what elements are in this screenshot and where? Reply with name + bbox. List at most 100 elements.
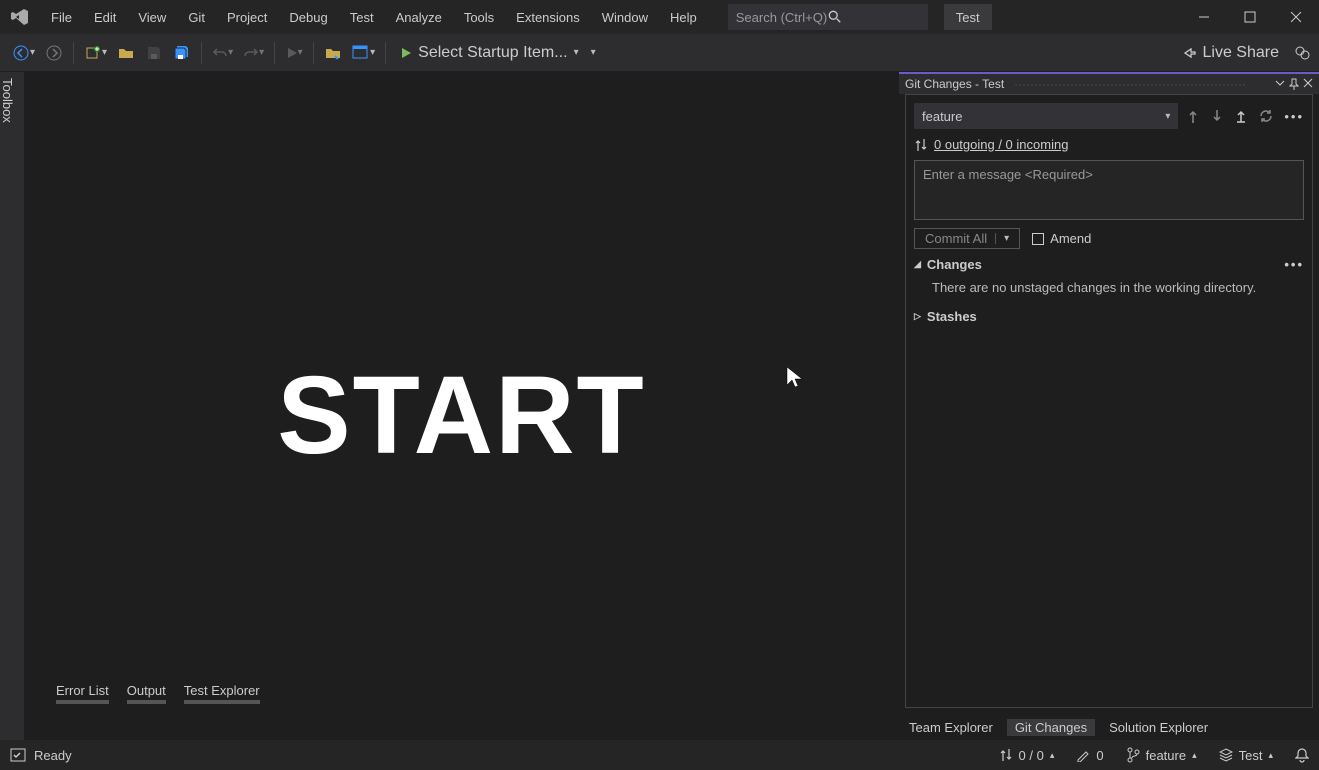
branch-name: feature	[922, 109, 962, 124]
side-panel-tabs: Team Explorer Git Changes Solution Explo…	[899, 714, 1319, 740]
feedback-icon[interactable]	[1293, 44, 1311, 62]
commit-all-label: Commit All	[925, 231, 987, 246]
menu-project[interactable]: Project	[216, 0, 278, 34]
menu-git[interactable]: Git	[177, 0, 216, 34]
nav-back-button[interactable]: ▾	[8, 40, 39, 66]
editor-area: START Error List Output Test Explorer	[24, 72, 899, 740]
status-branch[interactable]: feature ▴	[1126, 747, 1197, 763]
status-bar: Ready 0 / 0 ▴ 0 feature ▴ Test ▴	[0, 740, 1319, 770]
menu-help[interactable]: Help	[659, 0, 708, 34]
status-sync-count: 0 / 0	[1019, 748, 1044, 763]
push-icon[interactable]	[1234, 108, 1248, 124]
stashes-section-header[interactable]: ▷ Stashes	[914, 309, 1304, 324]
toolbox-tab[interactable]: Toolbox	[0, 72, 24, 740]
startup-item-selector[interactable]: Select Startup Item... ▾ ▾	[392, 44, 603, 62]
pull-icon[interactable]	[1210, 108, 1224, 124]
close-icon[interactable]	[1303, 78, 1313, 90]
main-menu: File Edit View Git Project Debug Test An…	[40, 0, 708, 34]
dropdown-icon[interactable]	[1275, 78, 1285, 90]
startup-item-label: Select Startup Item...	[418, 44, 567, 62]
sync-arrows-icon	[914, 138, 928, 152]
maximize-button[interactable]	[1227, 0, 1273, 34]
nav-forward-button[interactable]	[41, 40, 67, 66]
start-overlay-text: START	[277, 352, 645, 479]
open-file-button[interactable]	[113, 40, 139, 66]
amend-label: Amend	[1050, 231, 1091, 246]
menu-debug[interactable]: Debug	[278, 0, 338, 34]
status-repo[interactable]: Test ▴	[1219, 748, 1273, 763]
window-layout-button[interactable]: ▾	[348, 40, 379, 66]
pin-icon[interactable]	[1289, 78, 1299, 90]
bottom-tool-tabs: Error List Output Test Explorer	[56, 683, 260, 704]
sync-icon[interactable]	[1258, 108, 1274, 124]
menu-tools[interactable]: Tools	[453, 0, 505, 34]
tab-test-explorer[interactable]: Test Explorer	[184, 683, 260, 704]
checkbox-icon	[1032, 233, 1044, 245]
more-icon[interactable]: •••	[1284, 257, 1304, 272]
git-panel-titlebar: Git Changes - Test ·····················…	[899, 72, 1319, 94]
search-input[interactable]: Search (Ctrl+Q)	[728, 4, 928, 30]
search-icon	[828, 10, 920, 24]
menu-edit[interactable]: Edit	[83, 0, 127, 34]
separator	[274, 42, 275, 64]
search-placeholder: Search (Ctrl+Q)	[736, 10, 828, 25]
branch-dropdown[interactable]: feature ▾	[914, 103, 1178, 129]
pencil-icon	[1076, 748, 1090, 762]
solution-name-pill[interactable]: Test	[944, 4, 992, 30]
menu-test[interactable]: Test	[339, 0, 385, 34]
start-debug-button[interactable]: ▾	[281, 40, 307, 66]
tab-output[interactable]: Output	[127, 683, 166, 704]
cursor-icon	[786, 366, 804, 390]
fetch-icon[interactable]	[1186, 108, 1200, 124]
status-pending-changes[interactable]: 0	[1076, 748, 1103, 763]
main-toolbar: ▾ ▾ ▾ ▾ ▾ ▾ Select Startup Item... ▾	[0, 34, 1319, 72]
status-text: Ready	[34, 748, 72, 763]
git-panel-title: Git Changes - Test	[905, 77, 1004, 91]
vs-logo-icon	[0, 7, 40, 27]
stashes-heading: Stashes	[927, 309, 977, 324]
save-button[interactable]	[141, 40, 167, 66]
branch-icon	[1126, 747, 1140, 763]
changes-empty-text: There are no unstaged changes in the wor…	[914, 280, 1304, 295]
tab-error-list[interactable]: Error List	[56, 683, 109, 704]
menu-view[interactable]: View	[127, 0, 177, 34]
menu-extensions[interactable]: Extensions	[505, 0, 591, 34]
commit-message-input[interactable]: Enter a message <Required>	[914, 160, 1304, 220]
browse-button[interactable]	[320, 40, 346, 66]
sync-arrows-icon	[999, 748, 1013, 762]
status-repo-name: Test	[1239, 748, 1263, 763]
tab-solution-explorer[interactable]: Solution Explorer	[1109, 720, 1208, 735]
separator	[385, 42, 386, 64]
separator	[201, 42, 202, 64]
changes-section-header[interactable]: ◢ Changes •••	[914, 257, 1304, 272]
status-pending-count: 0	[1096, 748, 1103, 763]
collapse-icon: ◢	[914, 259, 921, 270]
separator	[73, 42, 74, 64]
sync-status-row[interactable]: 0 outgoing / 0 incoming	[914, 137, 1304, 152]
sync-status-link[interactable]: 0 outgoing / 0 incoming	[934, 137, 1068, 152]
tasks-icon[interactable]	[10, 748, 26, 762]
close-button[interactable]	[1273, 0, 1319, 34]
tab-team-explorer[interactable]: Team Explorer	[909, 720, 993, 735]
live-share-button[interactable]: Live Share	[1181, 44, 1280, 62]
minimize-button[interactable]	[1181, 0, 1227, 34]
more-icon[interactable]: •••	[1284, 109, 1304, 124]
status-sync[interactable]: 0 / 0 ▴	[999, 748, 1055, 763]
menu-file[interactable]: File	[40, 0, 83, 34]
title-bar: File Edit View Git Project Debug Test An…	[0, 0, 1319, 34]
new-item-button[interactable]: ▾	[80, 40, 111, 66]
content-area: Toolbox START Error List Output Test Exp…	[0, 72, 1319, 740]
save-all-button[interactable]	[169, 40, 195, 66]
commit-all-button[interactable]: Commit All ▾	[914, 228, 1020, 249]
menu-window[interactable]: Window	[591, 0, 659, 34]
undo-button[interactable]: ▾	[208, 40, 237, 66]
repo-icon	[1219, 748, 1233, 762]
amend-checkbox[interactable]: Amend	[1032, 231, 1091, 246]
expand-icon: ▷	[914, 311, 921, 322]
notifications-icon[interactable]	[1295, 747, 1309, 763]
menu-analyze[interactable]: Analyze	[385, 0, 453, 34]
redo-button[interactable]: ▾	[239, 40, 268, 66]
window-controls	[1181, 0, 1319, 34]
tab-git-changes[interactable]: Git Changes	[1007, 719, 1095, 736]
changes-heading: Changes	[927, 257, 982, 272]
